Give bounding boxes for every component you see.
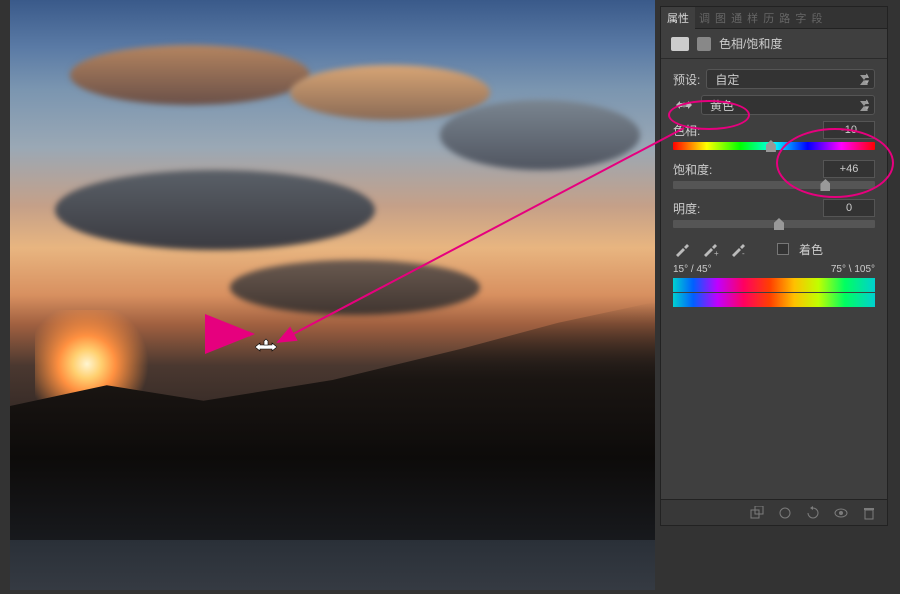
hue-thumb[interactable] <box>766 140 776 152</box>
visibility-icon[interactable] <box>833 506 849 520</box>
cloud-shape <box>290 65 490 120</box>
panel-title: 色相/饱和度 <box>719 35 782 52</box>
image-canvas[interactable] <box>10 0 655 590</box>
reset-icon[interactable] <box>805 506 821 520</box>
cloud-shape <box>440 100 640 170</box>
cloud-shape <box>230 260 480 315</box>
saturation-thumb[interactable] <box>820 179 830 191</box>
eyedropper-add-icon[interactable]: + <box>701 240 719 258</box>
lightness-slider[interactable] <box>673 220 875 228</box>
cloud-shape <box>55 170 375 250</box>
preset-dropdown[interactable]: 自定 ▴▾ <box>706 69 875 89</box>
hue-sat-icon <box>671 37 689 51</box>
panel-tabs: 属性 调 图 通 样 历 路 字 段 <box>661 7 887 29</box>
cloud-shape <box>70 45 310 105</box>
lightness-thumb[interactable] <box>774 218 784 230</box>
svg-text:-: - <box>742 249 745 258</box>
targeted-adjustment-tool[interactable] <box>673 97 695 113</box>
saturation-label: 饱和度: <box>673 161 712 178</box>
preset-label: 预设: <box>673 71 700 88</box>
lightness-value-input[interactable]: 0 <box>823 199 875 217</box>
eyedropper-subtract-icon[interactable]: - <box>729 240 747 258</box>
hue-label: 色相: <box>673 122 700 139</box>
tab-others[interactable]: 调 图 通 样 历 路 字 段 <box>695 7 827 29</box>
preset-value: 自定 <box>715 71 739 88</box>
view-previous-icon[interactable] <box>777 506 793 520</box>
adjustment-header: 色相/饱和度 <box>661 29 887 59</box>
scrubby-cursor-icon <box>255 338 277 361</box>
sun-glow <box>35 310 165 400</box>
colorize-label: 着色 <box>799 241 823 258</box>
mask-icon[interactable] <box>697 37 711 51</box>
tab-properties[interactable]: 属性 <box>661 7 695 29</box>
spectrum-bar-bottom[interactable] <box>673 293 875 307</box>
saturation-value-input[interactable]: +46 <box>823 160 875 178</box>
colorize-checkbox[interactable] <box>777 243 789 255</box>
svg-text:+: + <box>714 249 719 258</box>
spectrum-bar-top[interactable] <box>673 278 875 292</box>
channel-dropdown[interactable]: 黄色 ▴▾ <box>701 95 875 115</box>
range-right-label: 75° \ 105° <box>831 264 875 275</box>
range-left-label: 15° / 45° <box>673 264 712 275</box>
lightness-label: 明度: <box>673 200 700 217</box>
hue-value-input[interactable]: -10 <box>823 121 875 139</box>
eyedropper-icon[interactable] <box>673 240 691 258</box>
water <box>10 540 655 590</box>
trash-icon[interactable] <box>861 506 877 520</box>
properties-panel: 属性 调 图 通 样 历 路 字 段 色相/饱和度 预设: 自定 ▴▾ 黄色 ▴… <box>660 6 888 526</box>
channel-value: 黄色 <box>710 97 734 114</box>
panel-footer <box>661 499 887 525</box>
clip-to-layer-icon[interactable] <box>749 506 765 520</box>
hue-slider[interactable] <box>673 142 875 150</box>
saturation-slider[interactable] <box>673 181 875 189</box>
